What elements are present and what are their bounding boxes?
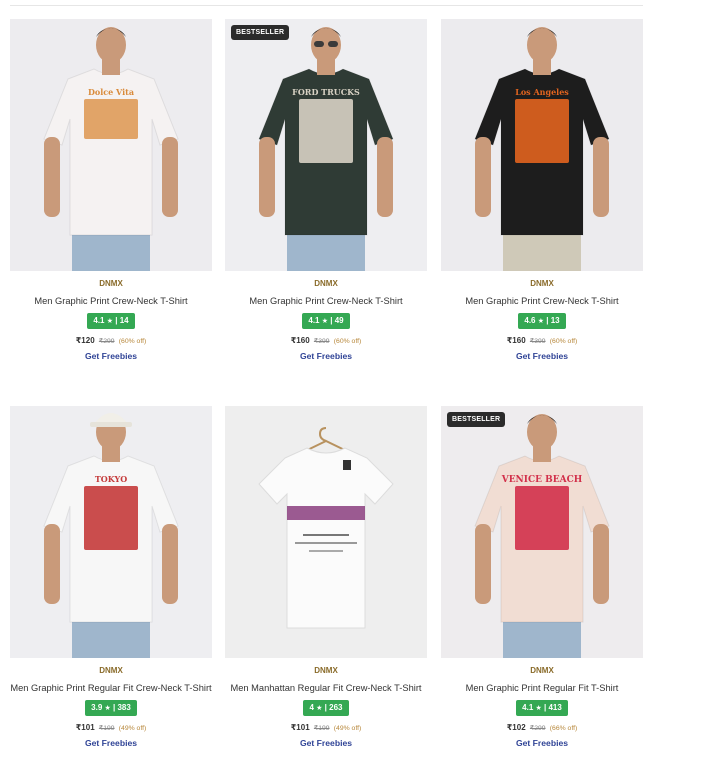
product-card[interactable]: VENICE BEACH BESTSELLER DNMX Men Graphic… — [441, 406, 643, 749]
rating-badge: 3.9 ★ | 383 — [85, 700, 137, 716]
star-icon: ★ — [106, 318, 114, 325]
bestseller-badge: BESTSELLER — [447, 412, 506, 427]
product-brand: DNMX — [530, 279, 554, 288]
price-row: ₹102 ₹299 (66% off) — [441, 722, 643, 733]
product-image[interactable]: VENICE BEACH BESTSELLER — [441, 406, 643, 658]
price-row: ₹101 ₹199 (49% off) — [225, 722, 427, 733]
svg-text:FORD TRUCKS: FORD TRUCKS — [292, 87, 360, 97]
discount-label: (66% off) — [549, 725, 578, 732]
price-row: ₹101 ₹199 (49% off) — [10, 722, 212, 733]
sale-price: ₹102 — [506, 723, 526, 732]
original-price: ₹399 — [313, 338, 330, 345]
original-price: ₹299 — [98, 338, 115, 345]
product-name[interactable]: Men Graphic Print Crew-Neck T-Shirt — [441, 295, 643, 307]
rating-badge: 4.1 ★ | 14 — [87, 313, 135, 329]
product-name[interactable]: Men Manhattan Regular Fit Crew-Neck T-Sh… — [225, 682, 427, 694]
product-brand: DNMX — [530, 666, 554, 675]
discount-label: (60% off) — [333, 338, 362, 345]
star-icon: ★ — [535, 705, 542, 712]
bestseller-badge: BESTSELLER — [231, 25, 290, 40]
review-count: 413 — [548, 703, 562, 712]
product-brand: DNMX — [99, 666, 123, 675]
product-info: DNMX Men Graphic Print Regular Fit T-Shi… — [441, 666, 643, 749]
rating-value: 3.9 — [91, 703, 103, 712]
product-image[interactable]: FORD TRUCKS BESTSELLER — [225, 19, 427, 271]
product-card[interactable]: Dolce Vita DNMX Men Graphic Print Crew-N… — [10, 19, 212, 362]
sale-price: ₹160 — [506, 336, 526, 345]
rating-value: 4 — [309, 703, 314, 712]
svg-text:VENICE BEACH: VENICE BEACH — [501, 475, 583, 485]
review-count: 49 — [334, 316, 344, 325]
product-card[interactable]: FORD TRUCKS BESTSELLER DNMX Men Graphic … — [225, 19, 427, 362]
get-freebies-link[interactable]: Get Freebies — [10, 738, 212, 749]
product-image[interactable] — [225, 406, 427, 658]
rating-badge: 4.1 ★ | 49 — [302, 313, 350, 329]
product-brand: DNMX — [314, 279, 338, 288]
product-name[interactable]: Men Graphic Print Crew-Neck T-Shirt — [225, 295, 427, 307]
sale-price: ₹120 — [75, 336, 95, 345]
product-image[interactable]: Dolce Vita — [10, 19, 212, 271]
rating-value: 4.1 — [93, 316, 105, 325]
product-info: DNMX Men Graphic Print Crew-Neck T-Shirt… — [10, 279, 212, 362]
review-count: 383 — [117, 703, 131, 712]
svg-text:TOKYO: TOKYO — [95, 474, 127, 484]
rating-value: 4.1 — [522, 703, 534, 712]
sale-price: ₹160 — [290, 336, 310, 345]
price-row: ₹160 ₹399 (60% off) — [225, 335, 427, 346]
price-row: ₹160 ₹399 (60% off) — [441, 335, 643, 346]
product-name[interactable]: Men Graphic Print Regular Fit Crew-Neck … — [10, 682, 212, 694]
product-name[interactable]: Men Graphic Print Crew-Neck T-Shirt — [10, 295, 212, 307]
get-freebies-link[interactable]: Get Freebies — [441, 351, 643, 362]
star-icon: ★ — [537, 318, 545, 325]
sale-price: ₹101 — [75, 723, 95, 732]
product-image[interactable]: Los Angeles — [441, 19, 643, 271]
product-card[interactable]: TOKYO DNMX Men Graphic Print Regular Fit… — [10, 406, 212, 749]
get-freebies-link[interactable]: Get Freebies — [225, 351, 427, 362]
svg-text:Dolce Vita: Dolce Vita — [88, 87, 134, 97]
discount-label: (60% off) — [118, 338, 147, 345]
original-price: ₹399 — [529, 338, 546, 345]
product-image[interactable]: TOKYO — [10, 406, 212, 658]
product-card[interactable]: Los Angeles DNMX Men Graphic Print Crew-… — [441, 19, 643, 362]
product-card[interactable]: DNMX Men Manhattan Regular Fit Crew-Neck… — [225, 406, 427, 749]
rating-badge: 4.1 ★ | 413 — [516, 700, 568, 716]
get-freebies-link[interactable]: Get Freebies — [225, 738, 427, 749]
rating-value: 4.6 — [524, 316, 536, 325]
discount-label: (60% off) — [549, 338, 578, 345]
product-grid: Dolce Vita DNMX Men Graphic Print Crew-N… — [0, 0, 705, 766]
product-info: DNMX Men Graphic Print Crew-Neck T-Shirt… — [225, 279, 427, 362]
product-brand: DNMX — [99, 279, 123, 288]
rating-value: 4.1 — [308, 316, 320, 325]
star-icon: ★ — [321, 318, 329, 325]
product-info: DNMX Men Graphic Print Regular Fit Crew-… — [10, 666, 212, 749]
product-brand: DNMX — [314, 666, 338, 675]
star-icon: ★ — [104, 705, 111, 712]
get-freebies-link[interactable]: Get Freebies — [441, 738, 643, 749]
svg-text:Los Angeles: Los Angeles — [515, 87, 569, 97]
rating-badge: 4.6 ★ | 13 — [518, 313, 566, 329]
original-price: ₹199 — [98, 725, 115, 732]
price-row: ₹120 ₹299 (60% off) — [10, 335, 212, 346]
sale-price: ₹101 — [290, 723, 310, 732]
review-count: 13 — [550, 316, 560, 325]
review-count: 263 — [329, 703, 343, 712]
original-price: ₹199 — [313, 725, 330, 732]
product-info: DNMX Men Manhattan Regular Fit Crew-Neck… — [225, 666, 427, 749]
product-name[interactable]: Men Graphic Print Regular Fit T-Shirt — [441, 682, 643, 694]
star-icon: ★ — [316, 705, 323, 712]
rating-badge: 4 ★ | 263 — [303, 700, 349, 716]
product-info: DNMX Men Graphic Print Crew-Neck T-Shirt… — [441, 279, 643, 362]
get-freebies-link[interactable]: Get Freebies — [10, 351, 212, 362]
discount-label: (49% off) — [333, 725, 362, 732]
discount-label: (49% off) — [118, 725, 147, 732]
review-count: 14 — [119, 316, 129, 325]
original-price: ₹299 — [529, 725, 546, 732]
